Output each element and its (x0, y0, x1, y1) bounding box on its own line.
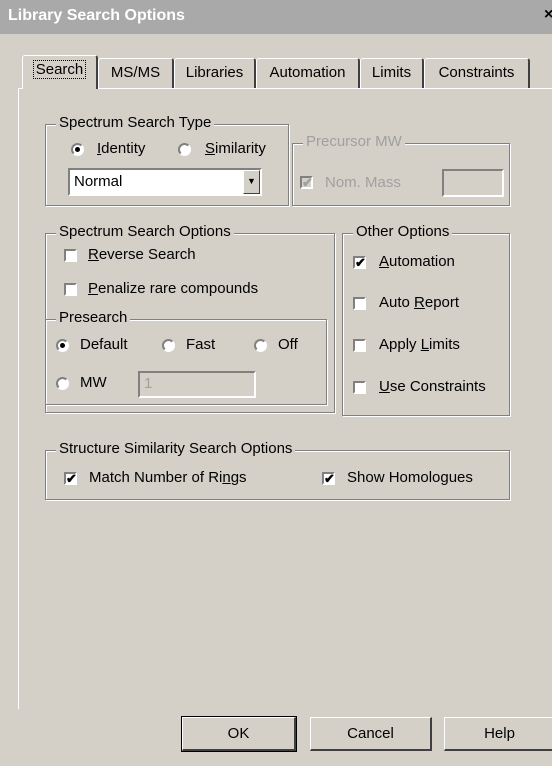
match-rings-label-post: gs (230, 469, 247, 486)
ok-button[interactable]: OK (181, 716, 297, 752)
auto-report-checkbox[interactable] (353, 297, 366, 310)
presearch-mw-label[interactable]: MW (80, 374, 107, 391)
automation-checkbox[interactable]: ✔ (353, 256, 366, 269)
apply-limits-label-pre: Apply (379, 336, 421, 353)
match-rings-label[interactable]: Match Number of Rings (89, 469, 247, 486)
help-button[interactable]: Help (444, 717, 552, 751)
show-homologues-label-pre: Show Homologue (347, 469, 466, 486)
apply-limits-label[interactable]: Apply Limits (379, 336, 460, 353)
presearch-fast-label[interactable]: Fast (186, 336, 215, 353)
tab-search-label: Search (32, 60, 87, 79)
tab-msms-label: MS/MS (110, 64, 161, 81)
auto-report-label-accel: R (414, 294, 425, 311)
similarity-label[interactable]: Similarity (205, 140, 266, 157)
reverse-search-label[interactable]: Reverse Search (88, 246, 196, 263)
use-constraints-label[interactable]: Use Constraints (379, 378, 486, 395)
reverse-search-label-accel: R (88, 246, 99, 263)
title-bar: Library Search Options × (0, 0, 552, 34)
chevron-down-icon[interactable]: ▼ (243, 170, 260, 194)
identity-label[interactable]: Identity (97, 140, 145, 157)
auto-report-label[interactable]: Auto Report (379, 294, 459, 311)
tab-limits-label: Limits (371, 64, 412, 81)
presearch-fast-radio[interactable] (162, 339, 175, 352)
nom-mass-input[interactable] (442, 169, 504, 197)
precursor-mw-legend: Precursor MW (303, 133, 405, 150)
penalize-rare-checkbox[interactable] (64, 283, 77, 296)
identity-label-post: dentity (101, 140, 146, 157)
tab-libraries-label: Libraries (185, 64, 244, 81)
show-homologues-label[interactable]: Show Homologues (347, 469, 473, 486)
penalize-rare-label-accel: P (88, 280, 99, 297)
tab-limits[interactable]: Limits (360, 58, 424, 88)
tab-constraints-label: Constraints (438, 64, 515, 81)
tab-search[interactable]: Search (22, 55, 98, 89)
reverse-search-label-post: everse Search (98, 246, 196, 263)
auto-report-label-post: eport (424, 294, 460, 311)
apply-limits-label-post: imits (429, 336, 460, 353)
show-homologues-label-post: s (465, 469, 473, 486)
show-homologues-checkbox[interactable]: ✔ (322, 472, 335, 485)
tab-automation[interactable]: Automation (256, 58, 360, 88)
apply-limits-checkbox[interactable] (353, 339, 366, 352)
use-constraints-label-post: se Constraints (389, 378, 486, 395)
match-rings-label-pre: Match Number of Ri (89, 469, 223, 486)
match-rings-label-accel: n (222, 469, 231, 486)
reverse-search-checkbox[interactable] (64, 249, 77, 262)
automation-label-accel: A (379, 253, 390, 270)
apply-limits-label-accel: L (420, 336, 430, 353)
tab-libraries[interactable]: Libraries (174, 58, 256, 88)
other-options-legend: Other Options (353, 223, 453, 240)
presearch-default-label[interactable]: Default (80, 336, 128, 353)
presearch-legend: Presearch (56, 309, 131, 326)
identity-radio[interactable] (71, 143, 84, 156)
use-constraints-checkbox[interactable] (353, 381, 366, 394)
auto-report-label-pre: Auto (379, 294, 415, 311)
presearch-off-radio[interactable] (254, 339, 267, 352)
similarity-label-post: imilarity (215, 140, 266, 157)
spectrum-search-options-legend: Spectrum Search Options (56, 223, 234, 240)
window-title: Library Search Options (8, 7, 185, 24)
search-mode-value: Normal (74, 173, 123, 190)
use-constraints-label-accel: U (379, 378, 390, 395)
presearch-off-label[interactable]: Off (278, 336, 298, 353)
spectrum-search-type-legend: Spectrum Search Type (56, 114, 215, 131)
close-icon[interactable]: × (544, 6, 552, 24)
similarity-radio[interactable] (178, 143, 191, 156)
match-rings-checkbox[interactable]: ✔ (64, 472, 77, 485)
tab-automation-label: Automation (269, 64, 346, 81)
tab-constraints[interactable]: Constraints (424, 58, 530, 88)
similarity-label-accel: S (205, 140, 216, 157)
nom-mass-checkbox[interactable]: ✔ (300, 176, 313, 189)
mw-input[interactable]: 1 (138, 371, 256, 398)
search-mode-dropdown[interactable]: Normal ▼ (68, 168, 262, 196)
presearch-default-radio[interactable] (56, 339, 69, 352)
automation-label[interactable]: Automation (379, 253, 455, 270)
penalize-rare-label-post: enalize rare compounds (98, 280, 259, 297)
tab-msms[interactable]: MS/MS (98, 58, 174, 88)
presearch-mw-radio[interactable] (56, 377, 69, 390)
nom-mass-label: Nom. Mass (325, 174, 401, 191)
structure-similarity-legend: Structure Similarity Search Options (56, 440, 296, 457)
cancel-button[interactable]: Cancel (310, 717, 432, 751)
penalize-rare-label[interactable]: Penalize rare compounds (88, 280, 258, 297)
automation-label-post: utomation (389, 253, 455, 270)
